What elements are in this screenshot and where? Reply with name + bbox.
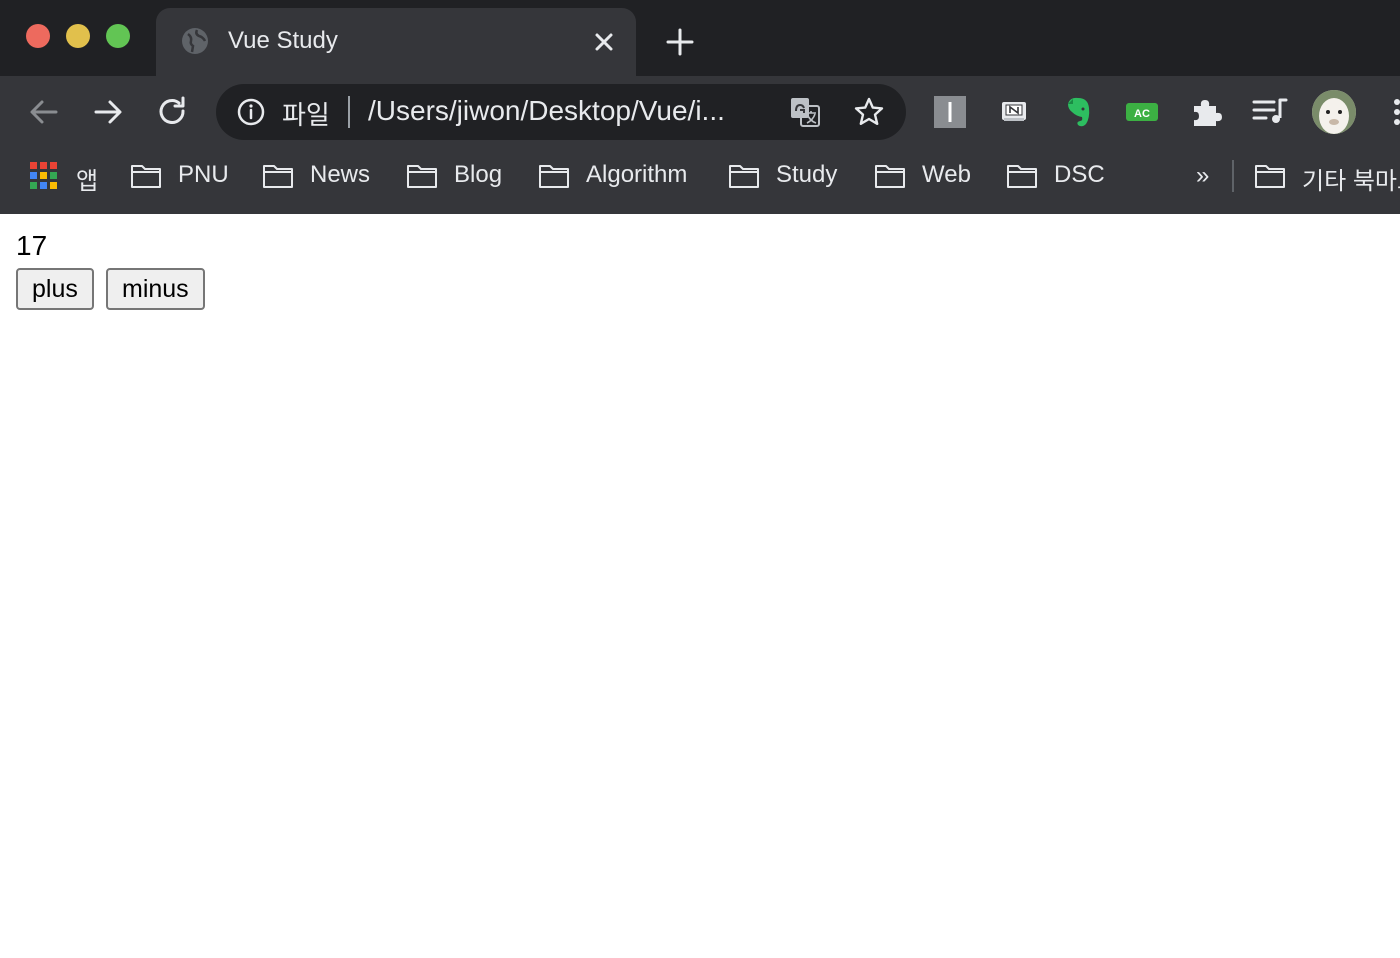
translate-icon[interactable] — [788, 95, 822, 129]
bookmark-star-icon[interactable] — [852, 95, 886, 129]
autocomplete-extension-icon[interactable]: AC — [1122, 92, 1162, 132]
bookmark-folder-label: Web — [922, 161, 971, 188]
folder-icon — [539, 165, 569, 188]
bookmark-folder-label: Study — [776, 161, 838, 188]
puzzle-extensions-icon[interactable] — [1186, 92, 1226, 132]
url-text[interactable]: /Users/jiwon/Desktop/Vue/i... — [368, 95, 725, 127]
evernote-extension-icon[interactable] — [1058, 92, 1098, 132]
window-close-button[interactable] — [26, 24, 50, 48]
new-tab-plus-icon[interactable] — [664, 28, 696, 56]
plus-button[interactable]: plus — [16, 268, 94, 310]
window-minimize-button[interactable] — [66, 24, 90, 48]
bookmark-folder-label: DSC — [1054, 161, 1105, 188]
browser-chrome: Vue Study 파일 /Users/jiwon/Desktop/Vue/i.… — [0, 0, 1400, 214]
minus-button[interactable]: minus — [106, 268, 205, 310]
bookmarks-divider — [1232, 160, 1234, 192]
bookmarks-overflow-chevron[interactable]: » — [1196, 162, 1209, 190]
bookmarks-bar: 앱 PNU News Blog Algorithm Study Web DSC … — [0, 152, 1400, 200]
page-content: 17 plus minus — [0, 214, 1400, 958]
folder-icon — [729, 165, 759, 188]
tab-active[interactable]: Vue Study — [156, 8, 636, 76]
url-scheme-label: 파일 — [282, 100, 330, 130]
back-arrow-icon[interactable] — [24, 92, 64, 132]
window-maximize-button[interactable] — [106, 24, 130, 48]
reload-icon[interactable] — [152, 92, 192, 132]
omnibox-separator — [348, 96, 350, 128]
bookmark-folder-label: Algorithm — [586, 161, 688, 188]
folder-icon — [1007, 165, 1037, 188]
apps-grid-icon — [30, 162, 57, 189]
profile-avatar[interactable] — [1312, 90, 1356, 134]
forward-arrow-icon[interactable] — [88, 92, 128, 132]
bookmark-folder-label: PNU — [178, 161, 229, 188]
folder-icon — [875, 165, 905, 188]
bookmark-other-label: 기타 북마크 — [1302, 168, 1400, 195]
folder-icon — [1255, 165, 1285, 188]
globe-icon — [182, 28, 208, 54]
bookmark-apps-label: 앱 — [76, 168, 99, 195]
bookmark-folder-label: News — [310, 161, 371, 188]
menu-dots-icon[interactable] — [1384, 92, 1400, 132]
bookmark-folder-label: Blog — [454, 161, 503, 188]
tab-strip: Vue Study — [0, 0, 1400, 76]
folder-icon — [131, 165, 161, 188]
media-playlist-icon[interactable] — [1250, 92, 1290, 132]
address-bar[interactable]: 파일 /Users/jiwon/Desktop/Vue/i... — [216, 84, 906, 140]
close-icon[interactable] — [590, 28, 618, 56]
info-icon[interactable] — [236, 97, 266, 127]
ac-badge-text: AC — [1134, 108, 1150, 120]
folder-icon — [263, 165, 293, 188]
notion-extension-icon[interactable] — [994, 92, 1034, 132]
folder-icon — [407, 165, 437, 188]
tab-title: Vue Study — [228, 27, 338, 54]
ime-extension-icon[interactable] — [930, 92, 970, 132]
counter-value: 17 — [16, 230, 48, 261]
alpaca-avatar-icon — [1312, 90, 1356, 134]
